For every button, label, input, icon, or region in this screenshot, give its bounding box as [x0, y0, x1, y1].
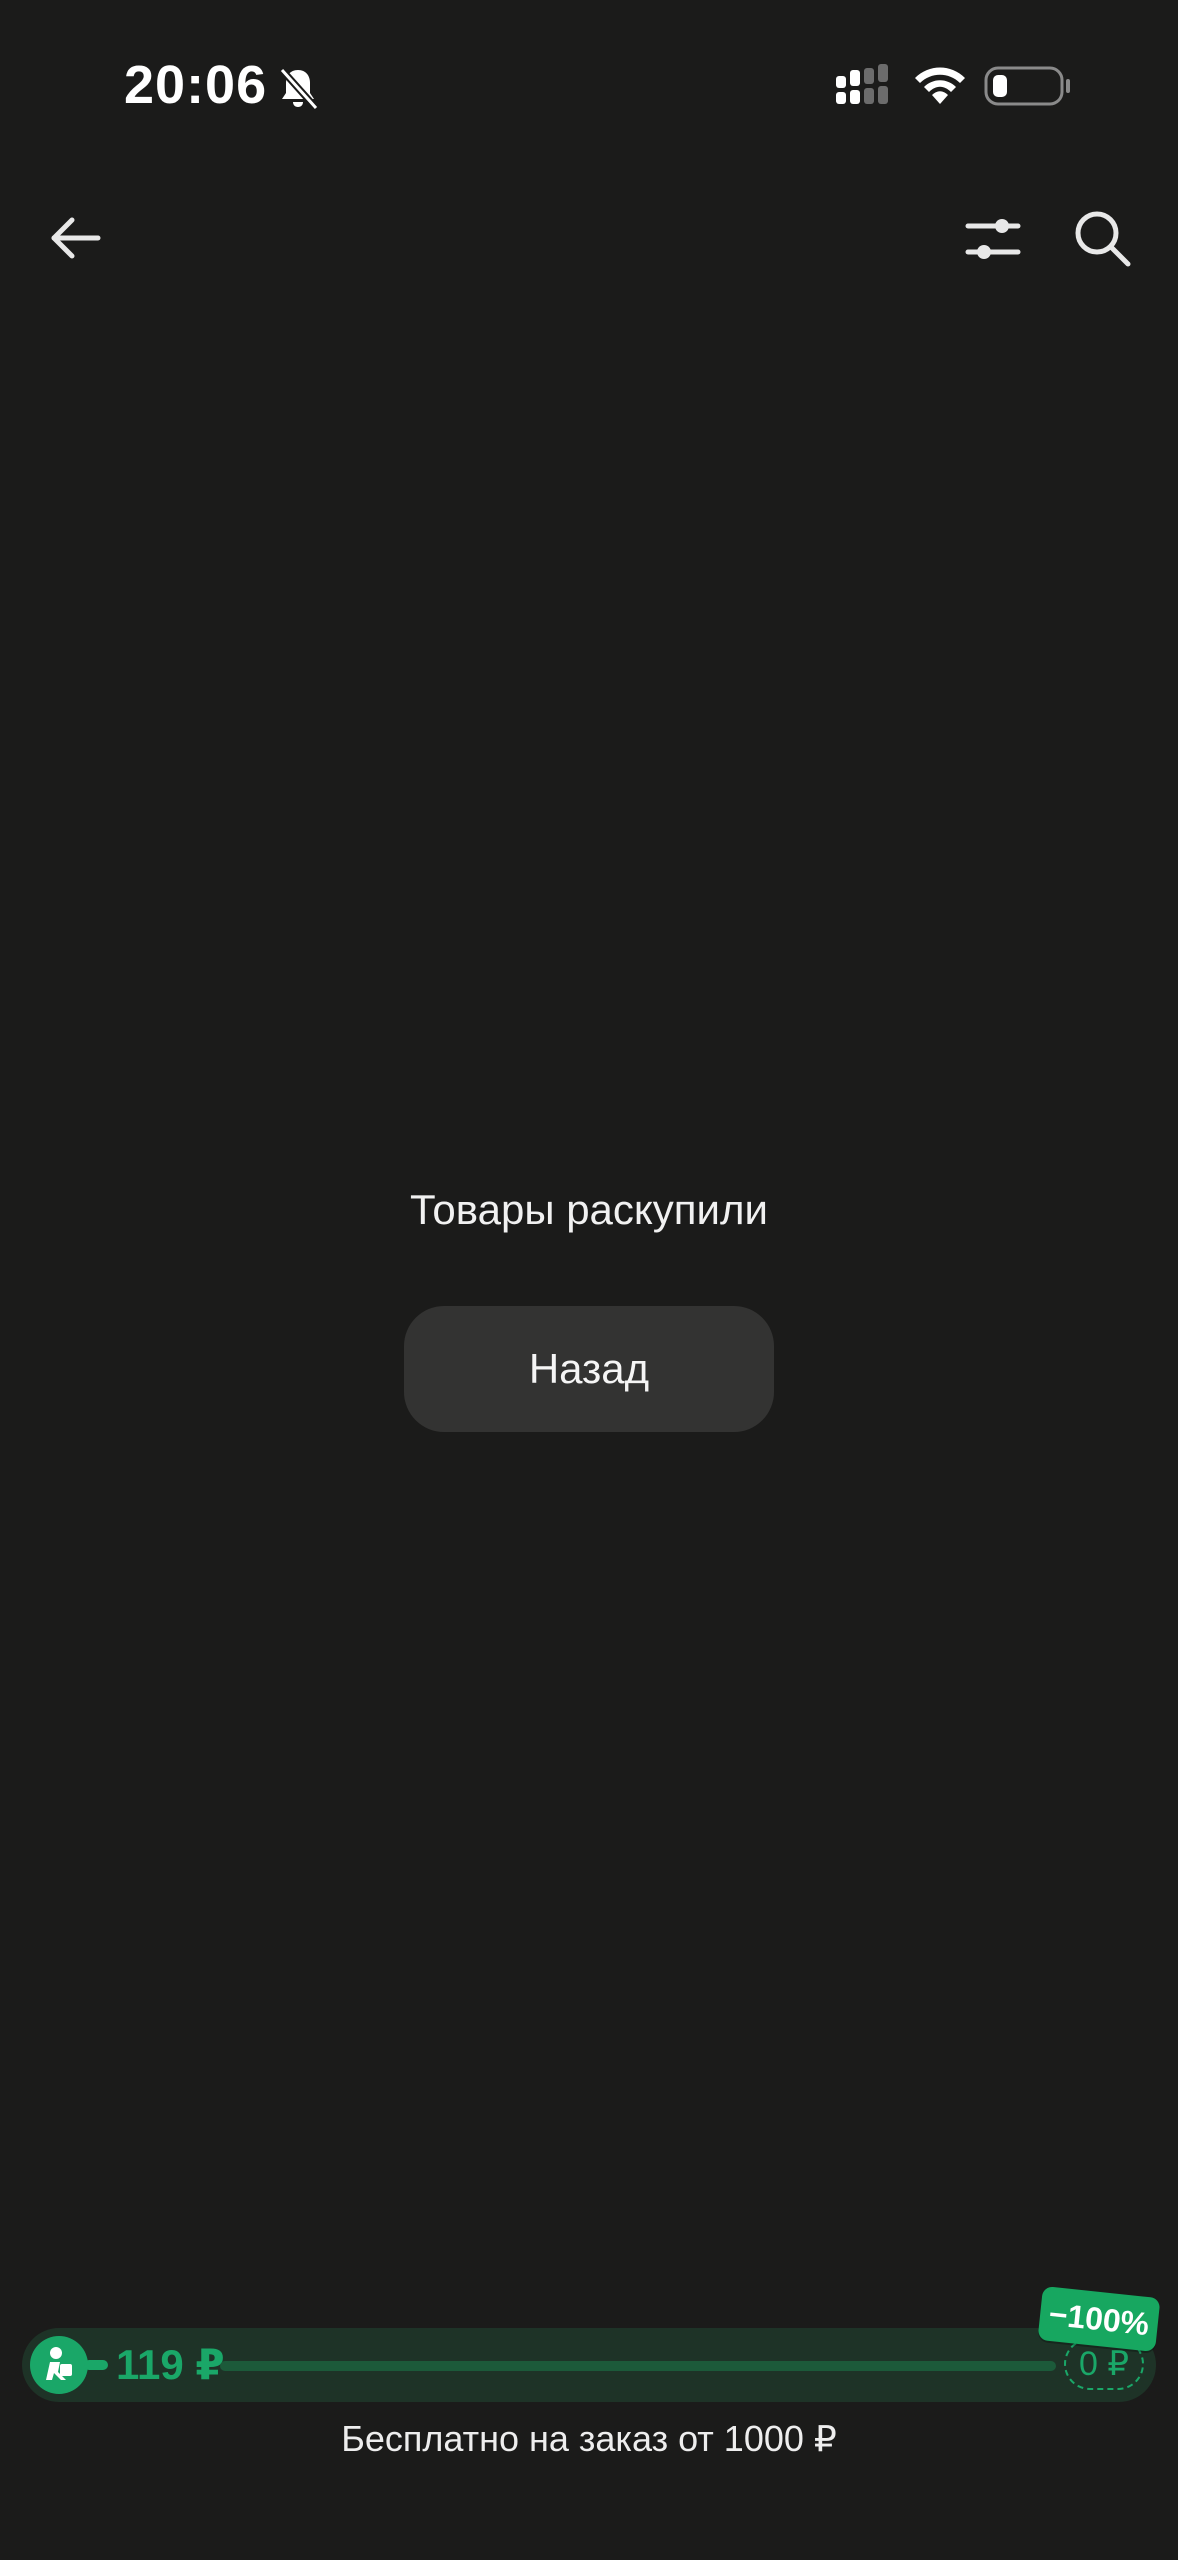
- delivery-courier-badge: [30, 2336, 88, 2394]
- back-button[interactable]: Назад: [404, 1306, 774, 1432]
- bell-off-icon: [279, 67, 319, 111]
- signal-icon: [836, 64, 888, 104]
- status-time: 20:06: [124, 55, 268, 115]
- free-delivery-caption: Бесплатно на заказ от 1000 ₽: [341, 2418, 837, 2459]
- wifi-icon: [915, 67, 965, 104]
- filter-sliders-icon[interactable]: [962, 208, 1024, 270]
- battery-icon: [984, 66, 1070, 106]
- delivery-price-current: 119 ₽: [116, 2341, 225, 2388]
- delivery-badge-connector: [84, 2360, 108, 2370]
- back-arrow-icon[interactable]: [44, 206, 108, 270]
- courier-icon: [46, 2347, 72, 2380]
- search-icon[interactable]: [1070, 206, 1134, 270]
- empty-state-message: Товары раскупили: [410, 1186, 768, 1233]
- status-bar: 20:06: [0, 0, 1178, 170]
- delivery-progress-track: [220, 2361, 1056, 2371]
